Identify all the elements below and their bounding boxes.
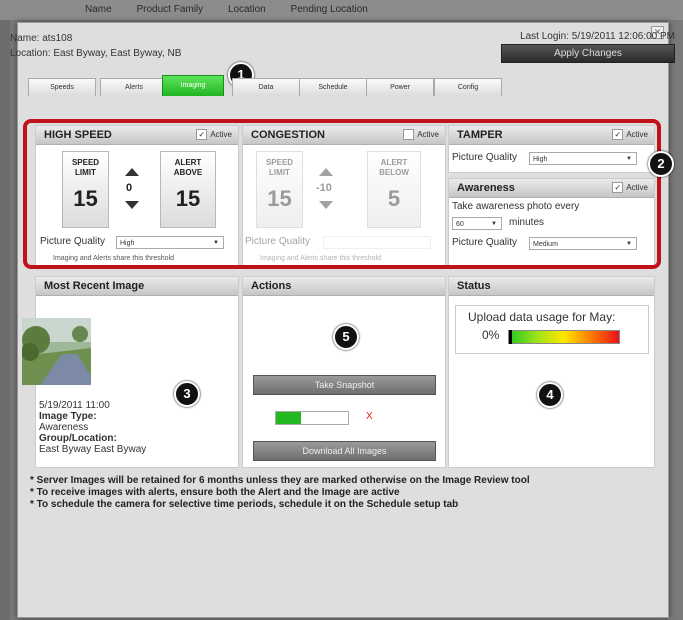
status-title: Status	[449, 277, 654, 296]
callout-4: 4	[537, 382, 563, 408]
usage-marker	[509, 330, 512, 344]
background-column-headers: Name Product Family Location Pending Loc…	[85, 4, 390, 15]
footnote-alerts: * To receive images with alerts, ensure …	[30, 487, 400, 498]
footnote-retention: * Server Images will be retained for 6 m…	[30, 475, 530, 486]
recent-group-label: Group/Location:	[39, 433, 117, 444]
upload-usage-label: Upload data usage for May:	[468, 310, 616, 324]
tab-schedule[interactable]: Schedule	[299, 78, 367, 96]
recent-image-type: Awareness	[39, 422, 89, 433]
column-name[interactable]: Name	[85, 4, 112, 15]
footnotes: * Server Images will be retained for 6 m…	[30, 475, 530, 511]
camera-info: Name: ats108 Location: East Byway, East …	[10, 31, 181, 61]
recent-image-title: Most Recent Image	[36, 277, 238, 296]
recent-image-type-label: Image Type:	[39, 411, 97, 422]
tab-imaging[interactable]: Imaging	[162, 75, 224, 96]
tab-config[interactable]: Config	[434, 78, 502, 96]
cancel-x-icon[interactable]: X	[366, 411, 373, 422]
column-pending-location[interactable]: Pending Location	[291, 4, 368, 15]
recent-image-thumbnail[interactable]	[22, 318, 91, 385]
column-location[interactable]: Location	[228, 4, 266, 15]
highlight-frame	[23, 119, 661, 269]
take-snapshot-button[interactable]: Take Snapshot	[253, 375, 436, 395]
camera-location: Location: East Byway, East Byway, NB	[10, 48, 182, 59]
apply-changes-button[interactable]: Apply Changes	[501, 44, 675, 63]
actions-title: Actions	[243, 277, 445, 296]
upload-usage-bar	[508, 330, 620, 344]
actions-panel: Actions	[242, 276, 446, 468]
upload-usage-percent: 0%	[482, 328, 500, 342]
tab-speeds[interactable]: Speeds	[28, 78, 96, 96]
background-left-edge	[0, 20, 10, 620]
camera-name: Name: ats108	[10, 33, 73, 44]
callout-2: 2	[648, 151, 674, 177]
footnote-schedule: * To schedule the camera for selective t…	[30, 499, 459, 510]
last-login: Last Login: 5/19/2011 12:06:00 PM	[520, 31, 675, 42]
progress-fill	[276, 412, 302, 424]
recent-group-value: East Byway East Byway	[39, 444, 147, 455]
callout-3: 3	[174, 381, 200, 407]
recent-timestamp: 5/19/2011 11:00	[39, 400, 110, 411]
tab-power[interactable]: Power	[366, 78, 434, 96]
tab-alerts[interactable]: Alerts	[100, 78, 168, 96]
snapshot-progress-bar	[275, 411, 349, 425]
tab-data[interactable]: Data	[232, 78, 300, 96]
callout-5: 5	[333, 324, 359, 350]
column-product-family[interactable]: Product Family	[136, 4, 203, 15]
download-all-images-button[interactable]: Download All Images	[253, 441, 436, 461]
